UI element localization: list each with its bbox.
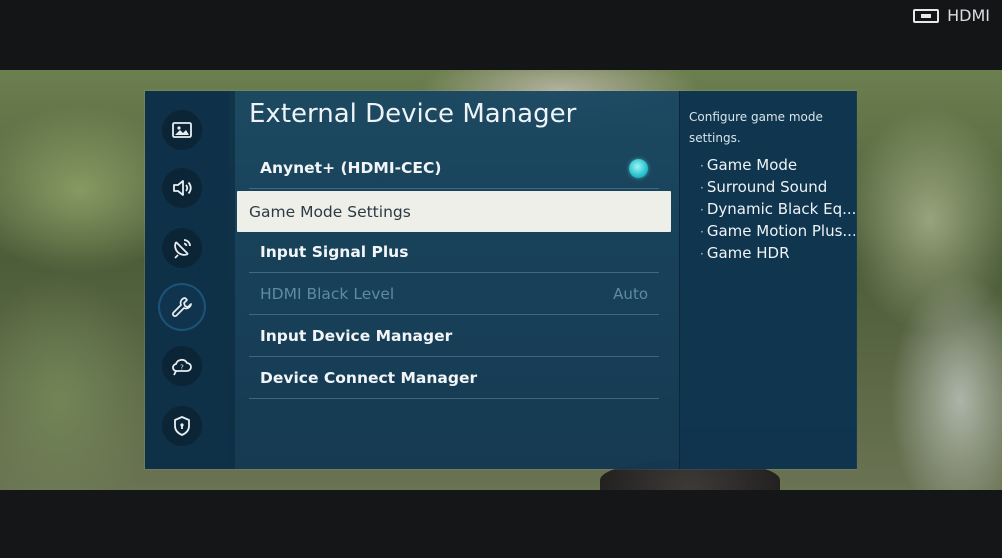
sidebar-item-broadcasting[interactable] (162, 228, 202, 268)
source-indicator: HDMI (913, 6, 990, 25)
menu-item-label: Anynet+ (HDMI-CEC) (260, 159, 442, 177)
menu-item-label: Input Device Manager (260, 327, 453, 345)
source-label: HDMI (947, 6, 990, 25)
hdmi-port-icon (913, 8, 940, 23)
menu-item-value: Auto (613, 285, 648, 303)
menu-main-column: External Device Manager Anynet+ (HDMI-CE… (229, 91, 679, 469)
broadcast-icon (174, 239, 191, 259)
menu-item-label: Device Connect Manager (260, 369, 478, 387)
info-panel: Configure game mode settings. · Game Mode… (679, 91, 857, 469)
menu-item-hdmi-black-level: HDMI Black Level Auto (249, 274, 659, 315)
sidebar-item-privacy[interactable] (162, 406, 202, 446)
info-description: Configure game mode settings. (689, 110, 823, 145)
info-list-item: · Game HDR (700, 244, 790, 262)
top-bar (0, 0, 1002, 70)
wrench-icon (172, 297, 192, 317)
menu-item-input-device-manager[interactable]: Input Device Manager (249, 316, 659, 357)
menu-item-anynet[interactable]: Anynet+ (HDMI-CEC) (249, 148, 659, 189)
menu-item-label: Input Signal Plus (260, 243, 409, 261)
menu-item-label: Game Mode Settings (249, 202, 411, 221)
sidebar-item-general[interactable] (160, 285, 204, 329)
toggle-on-indicator[interactable] (629, 158, 648, 178)
info-list-item: · Game Motion Plus... (700, 222, 855, 240)
info-list: · Game Mode · Surround Sound · Dynamic Blac… (700, 154, 855, 264)
sidebar-item-support[interactable]: ? (162, 346, 202, 386)
info-list-item: · Surround Sound (700, 178, 828, 196)
support-cloud-icon: ? (172, 358, 192, 376)
settings-menu-panel: ? External Device Manager Anynet+ (HDMI-… (145, 91, 857, 469)
bottom-bar (0, 490, 1002, 558)
menu-item-game-mode-settings[interactable]: Game Mode Settings (237, 191, 671, 232)
page-title: External Device Manager (249, 99, 577, 129)
menu-item-label: HDMI Black Level (260, 285, 395, 303)
settings-sidebar: ? (145, 91, 229, 469)
info-list-item: · Dynamic Black Eq... (700, 200, 855, 218)
menu-item-input-signal-plus[interactable]: Input Signal Plus (249, 232, 659, 273)
shield-icon (174, 416, 190, 436)
picture-icon (172, 122, 192, 138)
sidebar-item-sound[interactable] (162, 168, 202, 208)
svg-text:?: ? (180, 364, 184, 372)
sound-icon (173, 180, 192, 196)
menu-item-device-connect-manager[interactable]: Device Connect Manager (249, 358, 659, 399)
sidebar-item-picture[interactable] (162, 110, 202, 150)
info-list-item: · Game Mode (700, 156, 798, 174)
